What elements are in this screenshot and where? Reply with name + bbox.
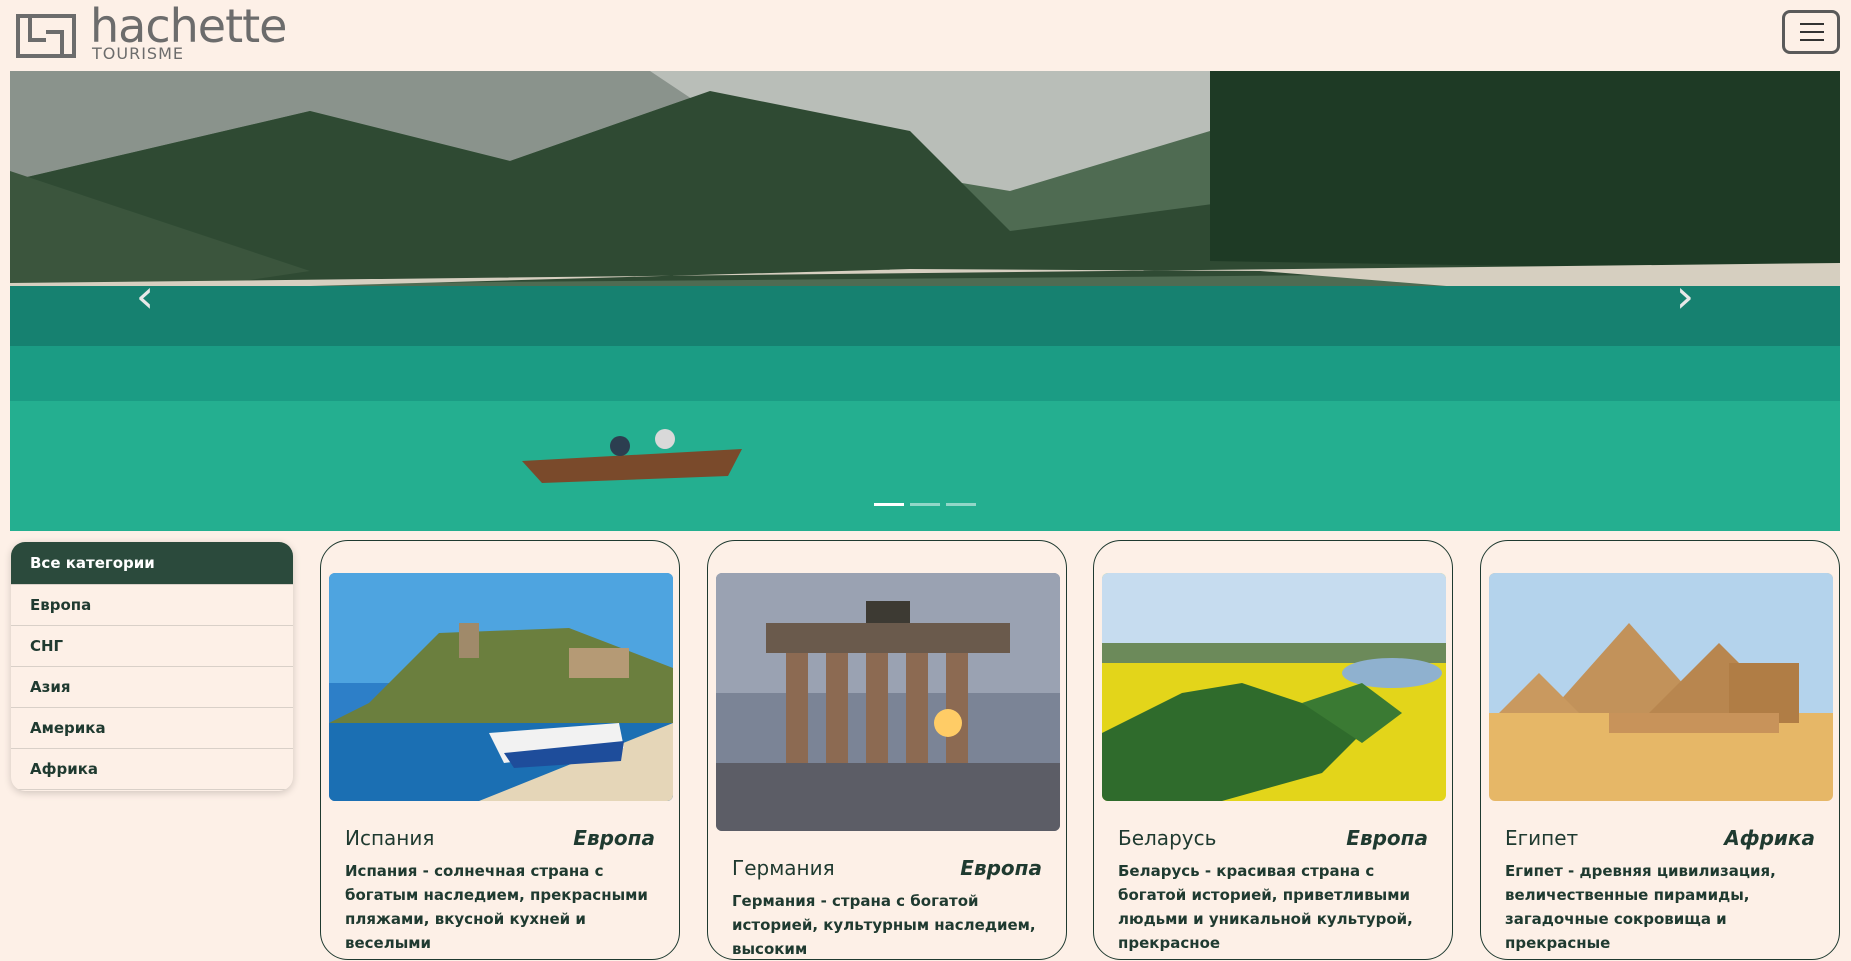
card-region: Европа xyxy=(960,856,1042,880)
hero-carousel[interactable]: ‹ › xyxy=(10,71,1840,531)
destination-card[interactable]: Египет Африка Египет - древняя цивилизац… xyxy=(1480,540,1840,960)
lake-landscape-image xyxy=(10,71,1840,531)
carousel-next-button[interactable]: › xyxy=(1665,273,1705,319)
destination-card[interactable]: Беларусь Европа Беларусь - красивая стра… xyxy=(1093,540,1453,960)
category-item-asia[interactable]: Азия xyxy=(11,667,293,708)
carousel-indicator[interactable] xyxy=(946,503,976,506)
category-item-america[interactable]: Америка xyxy=(11,708,293,749)
belarus-image xyxy=(1102,573,1446,801)
card-title: Германия xyxy=(732,856,835,880)
destination-card[interactable]: Испания Европа Испания - солнечная стран… xyxy=(320,540,680,960)
carousel-prev-button[interactable]: ‹ xyxy=(125,273,165,319)
card-description: Египет - древняя цивилизация, величестве… xyxy=(1505,862,1776,952)
carousel-indicator[interactable] xyxy=(910,503,940,506)
category-item-all[interactable]: Все категории xyxy=(11,542,293,585)
menu-bar-icon xyxy=(1800,31,1824,33)
category-item-africa[interactable]: Африка xyxy=(11,749,293,790)
category-item-europe[interactable]: Европа xyxy=(11,585,293,626)
germany-image xyxy=(716,573,1060,831)
card-title: Египет xyxy=(1505,826,1579,850)
brand-logo[interactable]: hachette TOURISME xyxy=(16,0,316,63)
hamburger-menu-button[interactable] xyxy=(1782,10,1840,54)
egypt-image xyxy=(1489,573,1833,801)
category-list: Все категории Европа СНГ Азия Америка Аф… xyxy=(11,542,293,791)
card-description: Беларусь - красивая страна с богатой ист… xyxy=(1118,862,1413,952)
menu-bar-icon xyxy=(1800,23,1824,25)
card-description: Испания - солнечная страна с богатым нас… xyxy=(345,862,648,952)
card-title: Испания xyxy=(345,826,435,850)
card-region: Европа xyxy=(1346,826,1428,850)
logo-subtitle: TOURISME xyxy=(92,44,184,63)
site-header: hachette TOURISME xyxy=(0,0,1851,70)
spain-image xyxy=(329,573,673,801)
destination-card[interactable]: Германия Европа Германия - страна с бога… xyxy=(707,540,1067,960)
category-item-cis[interactable]: СНГ xyxy=(11,626,293,667)
logo-mark-icon xyxy=(16,14,76,58)
carousel-indicators xyxy=(874,503,976,506)
menu-bar-icon xyxy=(1800,39,1824,41)
card-description: Германия - страна с богатой историей, ку… xyxy=(732,892,1036,958)
card-region: Европа xyxy=(573,826,655,850)
carousel-indicator[interactable] xyxy=(874,503,904,506)
card-title: Беларусь xyxy=(1118,826,1217,850)
card-region: Африка xyxy=(1724,826,1815,850)
